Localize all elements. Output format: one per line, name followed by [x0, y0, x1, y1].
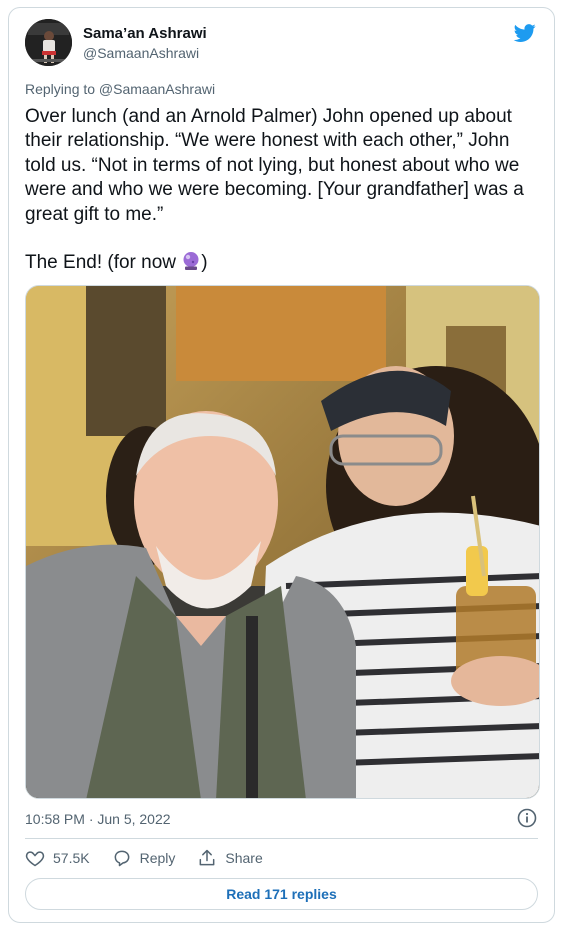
- heart-icon: [25, 851, 45, 867]
- share-icon: [199, 849, 215, 866]
- tweet-body: Over lunch (and an Arnold Palmer) John o…: [25, 106, 530, 225]
- tweet-timestamp[interactable]: 10:58 PM · Jun 5, 2022: [25, 811, 171, 827]
- tweet-end-suffix: ): [201, 252, 208, 274]
- share-label: Share: [225, 850, 263, 866]
- reply-button[interactable]: Reply: [112, 848, 176, 868]
- tweet-card: Sama’an Ashrawi @SamaanAshrawi Replying …: [8, 7, 555, 923]
- author-name[interactable]: Sama’an Ashrawi: [83, 25, 207, 42]
- author-handle[interactable]: @SamaanAshrawi: [83, 45, 199, 61]
- tweet-text: Over lunch (and an Arnold Palmer) John o…: [25, 105, 541, 276]
- reply-label: Reply: [139, 850, 176, 866]
- tweet-photo[interactable]: [25, 285, 540, 799]
- like-button[interactable]: 57.5K: [25, 848, 90, 868]
- tweet-end-prefix: The End! (for now: [25, 252, 182, 274]
- divider: [25, 838, 538, 839]
- info-icon[interactable]: [517, 808, 537, 828]
- action-bar: 57.5K Reply Share: [25, 848, 285, 868]
- share-button[interactable]: Share: [197, 848, 263, 868]
- replying-to-label[interactable]: Replying to @SamaanAshrawi: [25, 81, 215, 97]
- author-avatar[interactable]: [25, 19, 72, 66]
- like-count: 57.5K: [53, 850, 90, 866]
- reply-icon: [114, 850, 130, 867]
- read-replies-button[interactable]: Read 171 replies: [25, 878, 538, 910]
- crystal-ball-icon: [183, 252, 199, 271]
- twitter-bird-icon[interactable]: [513, 22, 537, 44]
